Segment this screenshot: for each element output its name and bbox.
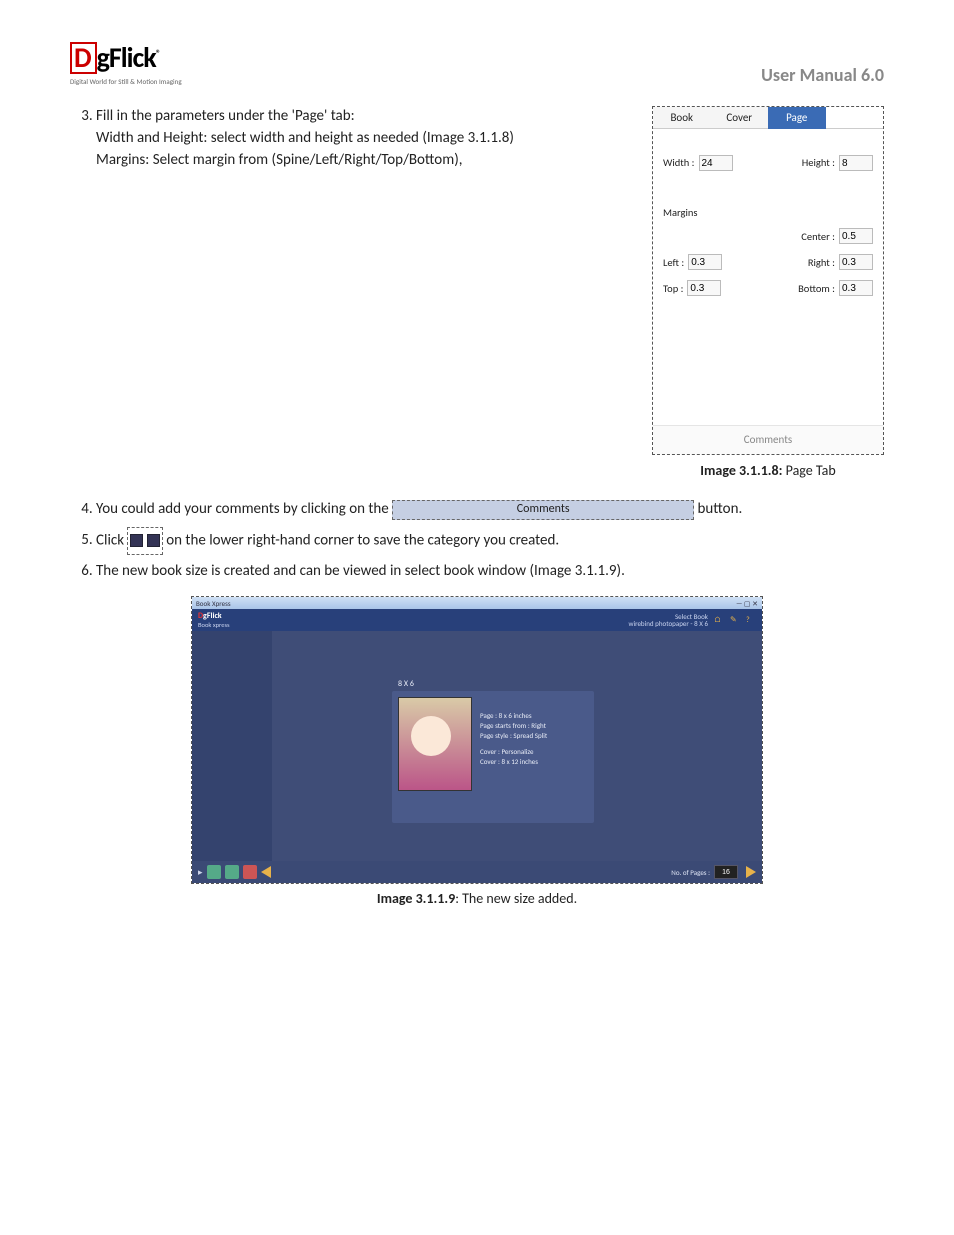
book-size-label: 8 X 6 xyxy=(398,679,414,689)
footer-icon[interactable] xyxy=(243,865,257,879)
home-icon[interactable]: ⌂ xyxy=(714,615,724,625)
comments-bar[interactable]: Comments xyxy=(653,425,883,454)
height-label: Height : xyxy=(802,155,835,170)
app-logo-sub: Book xpress xyxy=(198,621,230,629)
page-header: DgFlick® Digital World for Still & Motio… xyxy=(70,40,884,86)
book-thumbnail xyxy=(398,697,472,791)
floppy-icon xyxy=(130,534,143,547)
center-input[interactable] xyxy=(839,228,873,244)
tab-cover[interactable]: Cover xyxy=(711,107,769,129)
book-card[interactable]: Page : 8 x 6 inches Page starts from : R… xyxy=(392,691,594,823)
pages-input[interactable] xyxy=(714,865,738,879)
top-label: Top : xyxy=(663,281,683,296)
height-input[interactable] xyxy=(839,155,873,171)
window-title: Book Xpress xyxy=(196,599,231,608)
width-label: Width : xyxy=(663,155,695,170)
right-input[interactable] xyxy=(839,254,873,270)
sidebar xyxy=(192,631,272,861)
tab-empty xyxy=(826,107,884,129)
width-input[interactable] xyxy=(699,155,733,171)
prev-arrow-icon[interactable] xyxy=(261,866,271,878)
wand-icon[interactable]: ✎ xyxy=(730,615,740,625)
tab-book[interactable]: Book xyxy=(653,107,711,129)
bottom-input[interactable] xyxy=(839,280,873,296)
footer-icon[interactable] xyxy=(225,865,239,879)
select-book-window: Book Xpress — ▢ ✕ DgFlick Book xpress Se… xyxy=(191,596,763,884)
margins-heading: Margins xyxy=(663,205,873,220)
window-titlebar: Book Xpress — ▢ ✕ xyxy=(192,597,762,609)
left-input[interactable] xyxy=(688,254,722,270)
right-label: Right : xyxy=(808,255,835,270)
floppy-icon xyxy=(147,534,160,547)
item-5: Click on the lower right-hand corner to … xyxy=(96,527,884,555)
next-arrow-icon[interactable] xyxy=(746,866,756,878)
page-tab-panel: Book Cover Page Width : Height : xyxy=(652,106,884,455)
logo: DgFlick® Digital World for Still & Motio… xyxy=(70,40,200,86)
top-input[interactable] xyxy=(687,280,721,296)
item-6: The new book size is created and can be … xyxy=(96,561,884,583)
bottom-label: Bottom : xyxy=(798,281,835,296)
header-title: User Manual 6.0 xyxy=(761,64,884,86)
caption-2: Image 3.1.1.9: The new size added. xyxy=(70,890,884,907)
center-label: Center : xyxy=(801,229,835,244)
caption-1: Image 3.1.1.8: Page Tab xyxy=(652,461,884,481)
logo-tagline: Digital World for Still & Motion Imaging xyxy=(70,77,200,86)
item-4: You could add your comments by clicking … xyxy=(96,499,884,521)
window-controls[interactable]: — ▢ ✕ xyxy=(736,599,758,608)
app-logo: DgFlick xyxy=(198,611,230,621)
footer-icon[interactable] xyxy=(207,865,221,879)
comments-button[interactable]: Comments xyxy=(392,500,694,520)
tab-page[interactable]: Page xyxy=(768,107,826,129)
pages-label: No. of Pages : xyxy=(671,868,710,877)
help-icon[interactable]: ? xyxy=(746,615,756,625)
left-label: Left : xyxy=(663,255,684,270)
instruction-list: Fill in the parameters under the 'Page' … xyxy=(70,106,884,582)
item-3-text: Fill in the parameters under the 'Page' … xyxy=(96,106,632,171)
select-book-sub: wirebind photopaper - 8 X 6 xyxy=(628,620,708,628)
save-button[interactable] xyxy=(127,527,162,555)
book-specs: Page : 8 x 6 inches Page starts from : R… xyxy=(480,711,547,817)
